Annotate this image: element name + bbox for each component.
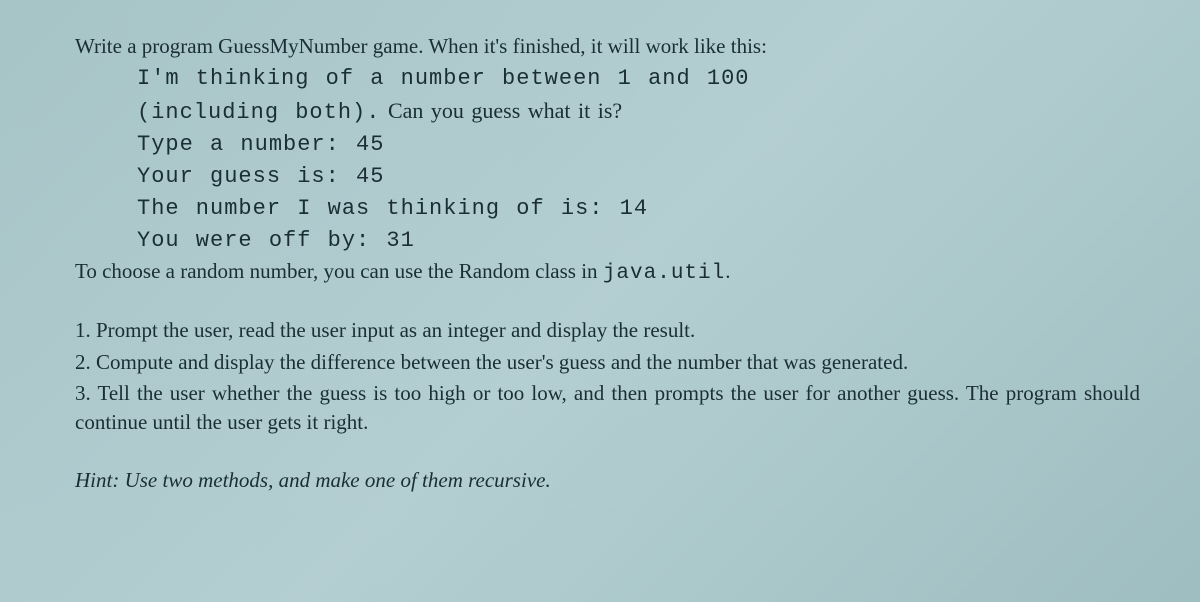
instructions-list: 1. Prompt the user, read the user input … (75, 316, 1140, 438)
list-item-1: 1. Prompt the user, read the user input … (75, 316, 1140, 345)
code-sample: I'm thinking of a number between 1 and 1… (137, 63, 1140, 256)
list-item-3: 3. Tell the user whether the guess is to… (75, 379, 1140, 438)
code-line-3: Type a number: 45 (137, 129, 1140, 161)
document-content: Write a program GuessMyNumber game. When… (75, 32, 1140, 495)
outro-text-c: . (725, 259, 730, 283)
intro-text: Write a program GuessMyNumber game. When… (75, 34, 767, 58)
intro-paragraph: Write a program GuessMyNumber game. When… (75, 32, 1140, 61)
code-line-4: Your guess is: 45 (137, 161, 1140, 193)
hint-text: Hint: Use two methods, and make one of t… (75, 466, 1140, 495)
code-line-2: (including both). Can you guess what it … (137, 95, 1140, 129)
outro-code-inline: java.util (603, 262, 725, 285)
list-item-2: 2. Compute and display the difference be… (75, 348, 1140, 377)
code-line-1: I'm thinking of a number between 1 and 1… (137, 63, 1140, 95)
code-line-5: The number I was thinking of is: 14 (137, 193, 1140, 225)
code-line-6: You were off by: 31 (137, 225, 1140, 257)
outro-text-a: To choose a random number, you can use t… (75, 259, 603, 283)
outro-paragraph: To choose a random number, you can use t… (75, 257, 1140, 288)
